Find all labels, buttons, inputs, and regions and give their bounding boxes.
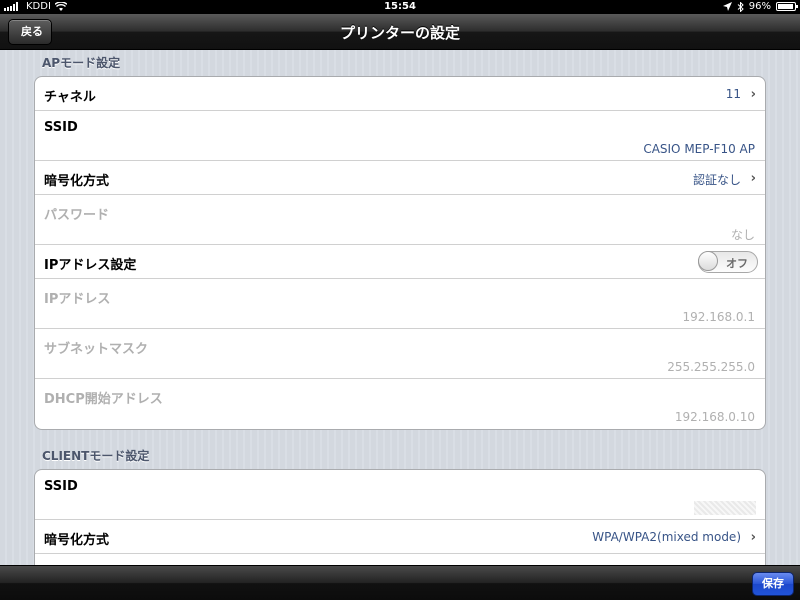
chevron-right-icon: › (750, 530, 756, 545)
client-section-header: CLIENTモード設定 (42, 449, 150, 463)
ap-encryption-row[interactable]: 暗号化方式 認証なし › (35, 161, 765, 195)
navigation-bar: 戻る プリンターの設定 (0, 14, 800, 50)
ap-ssid-label: SSID (44, 120, 78, 135)
subnet-mask-row: サブネットマスク 255.255.255.0 (35, 329, 765, 379)
ap-settings-group: チャネル 11 › SSID CASIO MEP-F10 AP 暗号化方式 認証… (34, 76, 766, 430)
client-ssid-row[interactable]: SSID (35, 470, 765, 520)
ip-address-row: IPアドレス 192.168.0.1 (35, 279, 765, 329)
ip-address-label: IPアドレス (44, 292, 111, 307)
ip-setting-row: IPアドレス設定 オフ (35, 245, 765, 279)
ap-password-value: なし (730, 228, 755, 242)
battery-fill (778, 4, 794, 9)
client-encryption-value: WPA/WPA2(mixed mode) (592, 530, 741, 544)
settings-content[interactable]: APモード設定 チャネル 11 › SSID CASIO MEP-F10 AP … (0, 50, 800, 565)
chevron-right-icon: › (750, 171, 756, 186)
client-encryption-row[interactable]: 暗号化方式 WPA/WPA2(mixed mode) › (35, 520, 765, 554)
subnet-mask-value: 255.255.255.0 (667, 360, 755, 374)
subnet-mask-label: サブネットマスク (44, 342, 149, 357)
ap-ssid-row[interactable]: SSID CASIO MEP-F10 AP (35, 111, 765, 161)
bottom-toolbar: 保存 (0, 565, 800, 600)
dhcp-start-value: 192.168.0.10 (674, 410, 755, 424)
save-button[interactable]: 保存 (752, 572, 794, 596)
battery-percent: 96% (748, 1, 771, 12)
client-ssid-label: SSID (44, 479, 78, 494)
status-bar: KDDI 15:54 96% (0, 0, 800, 14)
client-settings-group: SSID 暗号化方式 WPA/WPA2(mixed mode) › (34, 469, 766, 565)
location-arrow-icon (722, 2, 732, 11)
toggle-knob (698, 251, 718, 271)
page-title: プリンターの設定 (339, 24, 460, 42)
chevron-right-icon: › (750, 87, 756, 102)
bluetooth-icon (737, 1, 744, 12)
ap-channel-value: 11 (725, 87, 741, 101)
dhcp-start-label: DHCP開始アドレス (44, 392, 163, 407)
ip-setting-toggle[interactable]: オフ (698, 251, 758, 273)
redacted-ssid-value (694, 501, 756, 515)
dhcp-start-row: DHCP開始アドレス 192.168.0.10 (35, 379, 765, 429)
ap-password-label: パスワード (44, 208, 110, 223)
ap-channel-row[interactable]: チャネル 11 › (35, 77, 765, 111)
toggle-state-label: オフ (726, 257, 748, 270)
client-next-row[interactable] (35, 554, 765, 565)
battery-icon (776, 2, 798, 11)
client-encryption-label: 暗号化方式 (44, 533, 110, 548)
ap-section-header: APモード設定 (42, 56, 121, 70)
ap-ssid-value: CASIO MEP-F10 AP (643, 142, 755, 156)
ip-setting-label: IPアドレス設定 (44, 258, 137, 273)
status-time: 15:54 (384, 1, 416, 12)
ap-encryption-value: 認証なし (692, 173, 741, 187)
ap-password-row: パスワード なし (35, 195, 765, 245)
status-right: 96% (722, 1, 798, 12)
ap-encryption-label: 暗号化方式 (44, 174, 110, 189)
ap-channel-label: チャネル (44, 90, 96, 105)
ip-address-value: 192.168.0.1 (682, 310, 755, 324)
